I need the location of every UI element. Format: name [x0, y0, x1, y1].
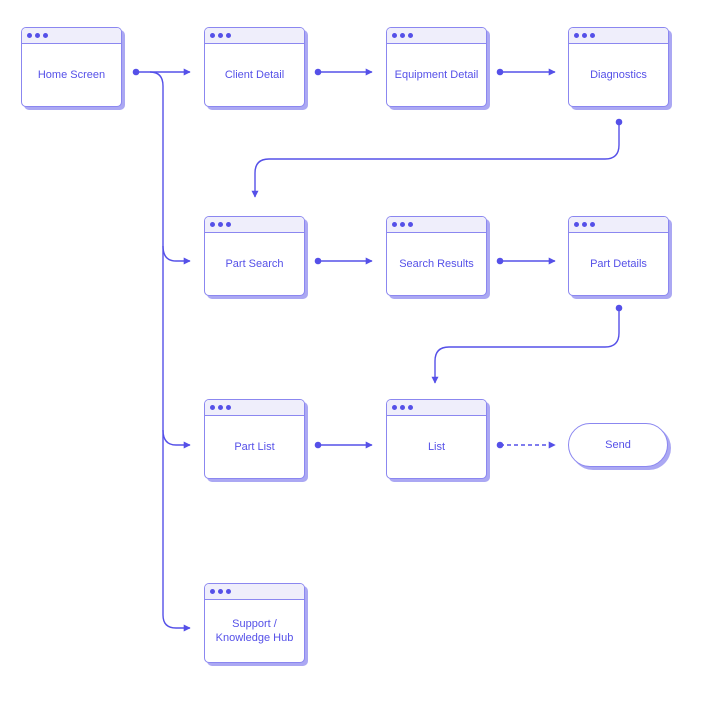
- window-dot-icon: [218, 405, 223, 410]
- node-home-screen[interactable]: Home Screen: [21, 27, 122, 107]
- node-label: Part Search: [225, 257, 284, 270]
- edge-home-trunk: [149, 71, 191, 632]
- connector-dot: [615, 118, 623, 126]
- node-search-results[interactable]: Search Results: [386, 216, 487, 296]
- window-dot-icon: [574, 222, 579, 227]
- window-dot-icon: [582, 222, 587, 227]
- node-diagnostics[interactable]: Diagnostics: [568, 27, 669, 107]
- window-dot-icon: [590, 222, 595, 227]
- window-titlebar: [22, 28, 121, 44]
- window-titlebar: [569, 28, 668, 44]
- node-label: List: [427, 440, 446, 453]
- window-dot-icon: [590, 33, 595, 38]
- window-dot-icon: [210, 405, 215, 410]
- node-label: Equipment Detail: [394, 68, 479, 81]
- window-dot-icon: [400, 405, 405, 410]
- node-list[interactable]: List: [386, 399, 487, 479]
- node-label: Part List: [234, 440, 275, 453]
- window-dot-icon: [392, 33, 397, 38]
- window-dot-icon: [35, 33, 40, 38]
- node-equipment-detail[interactable]: Equipment Detail: [386, 27, 487, 107]
- window-dot-icon: [408, 222, 413, 227]
- window-dot-icon: [218, 222, 223, 227]
- window-dot-icon: [408, 405, 413, 410]
- node-part-details[interactable]: Part Details: [568, 216, 669, 296]
- window-titlebar: [205, 400, 304, 416]
- connector-dot: [496, 257, 504, 265]
- node-send[interactable]: Send: [568, 423, 668, 467]
- window-dot-icon: [43, 33, 48, 38]
- window-titlebar: [387, 217, 486, 233]
- window-dot-icon: [210, 222, 215, 227]
- window-dot-icon: [226, 589, 231, 594]
- connector-dot: [496, 441, 504, 449]
- edge-home-partsearch: [162, 245, 191, 265]
- window-dot-icon: [408, 33, 413, 38]
- window-dot-icon: [392, 405, 397, 410]
- window-titlebar: [205, 584, 304, 600]
- window-dot-icon: [400, 222, 405, 227]
- node-support-knowledge-hub[interactable]: Support / Knowledge Hub: [204, 583, 305, 663]
- window-titlebar: [387, 28, 486, 44]
- node-label: Support / Knowledge Hub: [215, 617, 294, 644]
- node-part-search[interactable]: Part Search: [204, 216, 305, 296]
- node-label: Diagnostics: [590, 68, 647, 81]
- connector-dot: [496, 68, 504, 76]
- node-label: Send: [605, 439, 631, 451]
- window-dot-icon: [218, 589, 223, 594]
- connector-dot: [615, 304, 623, 312]
- window-dot-icon: [226, 405, 231, 410]
- window-titlebar: [387, 400, 486, 416]
- window-titlebar: [205, 217, 304, 233]
- edge-partdetails-list: [431, 308, 620, 384]
- node-label: Search Results: [399, 257, 474, 270]
- connector-dot: [314, 257, 322, 265]
- window-dot-icon: [582, 33, 587, 38]
- window-titlebar: [569, 217, 668, 233]
- connector-dot: [314, 68, 322, 76]
- connector-dot: [132, 68, 140, 76]
- edge-home-partlist: [162, 429, 191, 449]
- window-dot-icon: [218, 33, 223, 38]
- window-dot-icon: [226, 33, 231, 38]
- window-dot-icon: [226, 222, 231, 227]
- window-dot-icon: [574, 33, 579, 38]
- window-dot-icon: [210, 33, 215, 38]
- connector-dot: [314, 441, 322, 449]
- window-dot-icon: [27, 33, 32, 38]
- node-label: Client Detail: [224, 68, 285, 81]
- node-label: Home Screen: [37, 68, 106, 81]
- edge-diagnostics-partsearch: [251, 122, 620, 198]
- node-client-detail[interactable]: Client Detail: [204, 27, 305, 107]
- node-label: Part Details: [590, 257, 647, 270]
- window-dot-icon: [392, 222, 397, 227]
- window-titlebar: [205, 28, 304, 44]
- node-part-list[interactable]: Part List: [204, 399, 305, 479]
- window-dot-icon: [400, 33, 405, 38]
- window-dot-icon: [210, 589, 215, 594]
